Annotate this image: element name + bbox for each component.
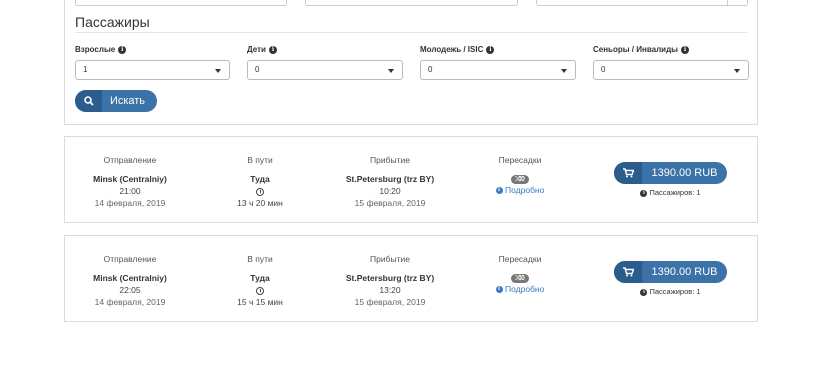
cart-icon — [622, 267, 634, 277]
departure-station: Minsk (Centralniy) — [93, 174, 167, 184]
clock-icon — [256, 286, 264, 295]
info-icon[interactable]: i — [681, 45, 690, 54]
section-title: Пассажиры — [75, 14, 150, 30]
arrival-col: Прибытие St.Petersburg (trz BY) 13:20 15… — [325, 236, 455, 308]
arrival-station: St.Petersburg (trz BY) — [345, 273, 435, 283]
details-link[interactable]: i Подробно — [455, 283, 585, 295]
info-icon[interactable]: i — [118, 45, 127, 54]
passenger-count: i Пассажиров: 1 — [614, 188, 727, 197]
buy-button[interactable]: 1390.00 RUB — [614, 261, 727, 283]
duration-col: В пути Туда 15 ч 15 мин — [195, 236, 325, 308]
buy-button[interactable]: 1390.00 RUB — [614, 162, 727, 184]
transfers-col: Пересадки ⤮0 i Подробно — [455, 137, 585, 196]
adults-select[interactable]: 1 — [75, 60, 230, 80]
price-label: 1390.00 RUB — [651, 167, 718, 179]
info-icon: i — [640, 288, 648, 296]
clock-icon — [256, 187, 264, 196]
transfers-col: Пересадки ⤮0 i Подробно — [455, 236, 585, 295]
travel-duration: 15 ч 15 мин — [237, 297, 283, 307]
children-label: Дети i — [247, 45, 277, 54]
arrival-date: 15 февраля, 2019 — [354, 297, 426, 307]
adults-label: Взрослые i — [75, 45, 127, 54]
departure-date: 14 февраля, 2019 — [94, 297, 166, 307]
result-card: Отправление Minsk (Centralniy) 21:00 14 … — [64, 136, 758, 223]
result-card: Отправление Minsk (Centralniy) 22:05 14 … — [64, 235, 758, 322]
duration-header: В пути — [247, 254, 273, 264]
price-label: 1390.00 RUB — [651, 266, 718, 278]
transfers-header: Пересадки — [498, 254, 542, 264]
info-icon: i — [495, 187, 503, 195]
direction-label: Туда — [250, 174, 270, 184]
arrival-header: Прибытие — [370, 254, 410, 264]
class-field-stub[interactable] — [536, 0, 748, 6]
passenger-count: i Пассажиров: 1 — [614, 287, 727, 296]
departure-time: 21:00 — [119, 186, 141, 196]
youth-label: Молодежь / ISIC i — [420, 45, 495, 54]
caret-down-icon — [734, 69, 740, 73]
route-field-stub[interactable] — [75, 0, 287, 6]
departure-station: Minsk (Centralniy) — [93, 273, 167, 283]
arrival-header: Прибытие — [370, 155, 410, 165]
departure-date: 14 февраля, 2019 — [94, 198, 166, 208]
duration-header: В пути — [247, 155, 273, 165]
caret-down-icon — [215, 69, 221, 73]
transfers-header: Пересадки — [498, 155, 542, 165]
arrival-time: 10:20 — [379, 186, 401, 196]
transfers-badge: ⤮0 — [511, 175, 529, 184]
caret-down-icon — [561, 69, 567, 73]
travel-duration: 13 ч 20 мин — [237, 198, 283, 208]
search-button[interactable]: Искать — [75, 90, 157, 112]
info-icon[interactable]: i — [268, 45, 277, 54]
arrival-time: 13:20 — [379, 285, 401, 295]
departure-col: Отправление Minsk (Centralniy) 22:05 14 … — [65, 236, 195, 308]
arrival-date: 15 февраля, 2019 — [354, 198, 426, 208]
transfers-badge: ⤮0 — [511, 274, 529, 283]
cart-icon — [622, 168, 634, 178]
direction-label: Туда — [250, 273, 270, 283]
departure-header: Отправление — [103, 254, 157, 264]
search-button-label: Искать — [109, 95, 146, 107]
caret-down-icon — [388, 69, 394, 73]
info-icon: i — [640, 189, 648, 197]
search-icon — [83, 96, 94, 106]
seniors-label: Сеньоры / Инвалиды i — [593, 45, 690, 54]
passengers-panel: Пассажиры Взрослые i Дети i Молодежь / ISI… — [64, 0, 758, 125]
children-select[interactable]: 0 — [247, 60, 403, 80]
departure-header: Отправление — [103, 155, 157, 165]
info-icon[interactable]: i — [486, 45, 495, 54]
youth-select[interactable]: 0 — [420, 60, 576, 80]
arrival-col: Прибытие St.Petersburg (trz BY) 10:20 15… — [325, 137, 455, 209]
departure-time: 22:05 — [119, 285, 141, 295]
info-icon: i — [495, 286, 503, 294]
section-divider — [75, 32, 747, 33]
duration-col: В пути Туда 13 ч 20 мин — [195, 137, 325, 209]
date-field-stub[interactable] — [305, 0, 518, 6]
arrival-station: St.Petersburg (trz BY) — [345, 174, 435, 184]
departure-col: Отправление Minsk (Centralniy) 21:00 14 … — [65, 137, 195, 209]
seniors-select[interactable]: 0 — [593, 60, 749, 80]
details-link[interactable]: i Подробно — [455, 184, 585, 196]
